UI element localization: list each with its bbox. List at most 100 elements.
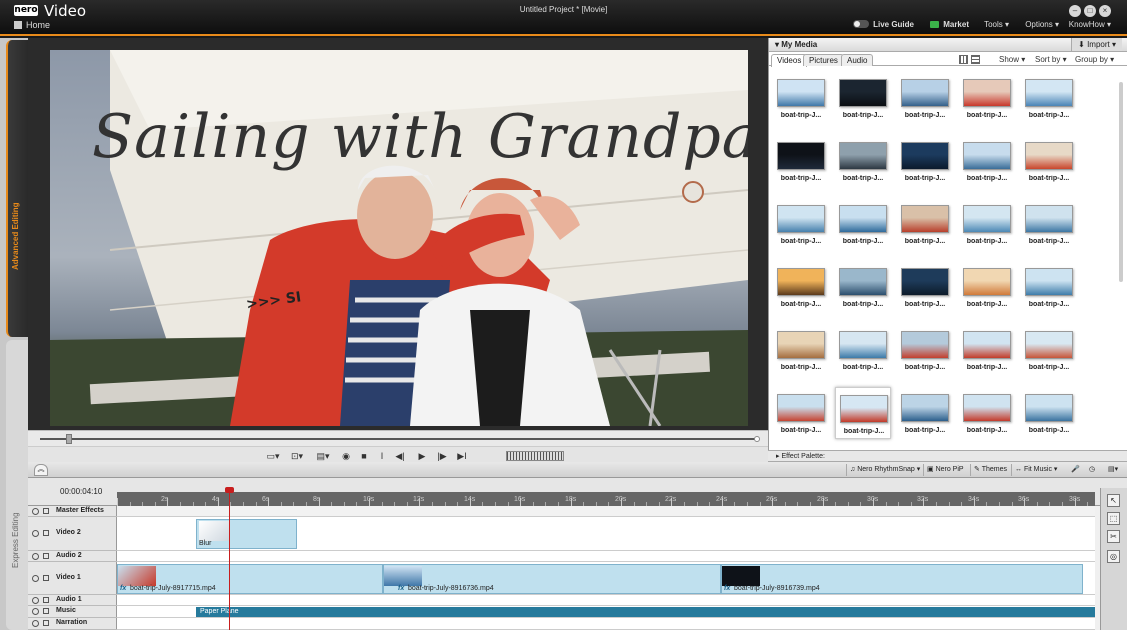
lane-audio-2[interactable] — [117, 551, 1095, 562]
media-thumbnail[interactable]: boat-trip-J... — [897, 324, 953, 376]
visibility-icon[interactable] — [32, 530, 39, 537]
scrubber-thumb[interactable] — [66, 434, 72, 444]
split-icon[interactable]: I — [376, 450, 388, 462]
market-button[interactable]: Market — [930, 20, 969, 29]
media-thumbnail[interactable]: boat-trip-J... — [1021, 72, 1077, 124]
rhythmsnap-button[interactable]: ♫ Nero RhythmSnap ▾ — [850, 465, 920, 473]
lock-icon[interactable] — [43, 597, 49, 603]
media-thumbnail[interactable]: boat-trip-J... — [835, 324, 891, 376]
media-thumbnail[interactable]: boat-trip-J... — [835, 72, 891, 124]
video-preview[interactable]: Sailing with Grandpa >>> SI — [50, 50, 748, 426]
group-by-dropdown[interactable]: Group by ▾ — [1075, 55, 1114, 64]
speaker-icon[interactable] — [32, 553, 39, 560]
lock-icon[interactable] — [43, 620, 49, 626]
track-video-1[interactable]: Video 1 — [28, 562, 117, 595]
media-thumbnail[interactable]: boat-trip-J... — [835, 261, 891, 313]
snapshot-icon[interactable]: ◉ — [340, 450, 352, 462]
fit-music-button[interactable]: ↔ Fit Music ▾ — [1015, 465, 1057, 473]
lock-icon[interactable] — [43, 553, 49, 559]
media-thumbnail[interactable]: boat-trip-J... — [959, 261, 1015, 313]
themes-button[interactable]: ✎ Themes — [974, 465, 1007, 473]
media-thumbnail[interactable]: boat-trip-J... — [959, 324, 1015, 376]
visibility-icon[interactable] — [32, 508, 39, 515]
tab-advanced-editing[interactable] — [6, 40, 28, 337]
effect-palette-bar[interactable]: ▸ Effect Palette: — [768, 450, 1127, 462]
audio-tool-icon[interactable]: ◎ — [1107, 550, 1120, 563]
media-thumbnail[interactable]: boat-trip-J... — [897, 135, 953, 187]
lane-audio-1[interactable] — [117, 595, 1095, 606]
clock-icon[interactable]: ◷ — [1089, 465, 1095, 473]
lane-video-2[interactable]: Blur — [117, 517, 1095, 551]
title-overlay-text[interactable]: Sailing with Grandpa — [92, 102, 748, 172]
go-end-icon[interactable]: ▶I — [456, 450, 468, 462]
blur-effect-clip[interactable]: Blur — [196, 519, 297, 549]
media-thumbnail[interactable]: boat-trip-J... — [897, 261, 953, 313]
layout-icon[interactable]: ▤▾ — [314, 450, 332, 462]
lock-icon[interactable] — [43, 508, 49, 514]
tab-videos[interactable]: Videos — [771, 54, 808, 67]
maximize-button[interactable]: □ — [1084, 5, 1096, 17]
stop-icon[interactable]: ■ — [358, 450, 370, 462]
track-audio-2[interactable]: Audio 2 — [28, 551, 117, 562]
fit-icon[interactable]: ⊡▾ — [288, 450, 306, 462]
display-mode-icon[interactable]: ▭▾ — [264, 450, 282, 462]
track-audio-1[interactable]: Audio 1 — [28, 595, 117, 606]
media-thumbnail[interactable]: boat-trip-J... — [773, 135, 829, 187]
tab-audio[interactable]: Audio — [841, 54, 874, 66]
track-master-effects[interactable]: Master Effects — [28, 506, 117, 517]
fx-icon[interactable]: fx — [724, 585, 730, 592]
media-thumbnail[interactable]: boat-trip-J... — [1021, 135, 1077, 187]
video-clip-2[interactable]: fx boat-trip-July-8916736.mp4 — [383, 564, 721, 594]
import-button[interactable]: ⬇ Import ▾ — [1071, 38, 1122, 51]
media-thumbnail[interactable]: boat-trip-J... — [1021, 198, 1077, 250]
options-menu[interactable]: Options ▾ — [1025, 20, 1059, 29]
visibility-icon[interactable] — [32, 575, 39, 582]
video-clip-3[interactable]: fx boat-trip-July-8916739.mp4 — [721, 564, 1083, 594]
speaker-icon[interactable] — [32, 597, 39, 604]
media-thumbnail[interactable]: boat-trip-J... — [835, 387, 891, 439]
speaker-icon[interactable] — [32, 620, 39, 627]
media-thumbnail[interactable]: boat-trip-J... — [1021, 261, 1077, 313]
media-thumbnail[interactable]: boat-trip-J... — [773, 324, 829, 376]
pointer-tool-icon[interactable]: ↖ — [1107, 494, 1120, 507]
playhead[interactable] — [229, 488, 230, 630]
tab-pictures[interactable]: Pictures — [803, 54, 844, 66]
pip-button[interactable]: ▣ Nero PiP — [927, 465, 964, 473]
cut-tool-icon[interactable]: ✂ — [1107, 530, 1120, 543]
media-thumbnail[interactable]: boat-trip-J... — [1021, 324, 1077, 376]
step-forward-icon[interactable]: |▶ — [436, 450, 448, 462]
jog-shuttle[interactable] — [506, 451, 564, 461]
more-tools-icon[interactable]: ▤▾ — [1108, 465, 1118, 473]
minimize-button[interactable]: – — [1069, 5, 1081, 17]
track-narration[interactable]: Narration — [28, 618, 117, 630]
media-thumbnail[interactable]: boat-trip-J... — [1021, 387, 1077, 439]
list-view-icon[interactable] — [971, 55, 980, 64]
media-thumbnail[interactable]: boat-trip-J... — [835, 135, 891, 187]
lane-master-effects[interactable] — [117, 506, 1095, 517]
time-ruler[interactable]: 2s 4s 6s 8s 10s 12s 14s 16s 18s 20s 22s 24s 26s 28s 30… — [117, 492, 1095, 506]
select-tool-icon[interactable]: ⬚ — [1107, 512, 1120, 525]
media-thumbnail[interactable]: boat-trip-J... — [959, 387, 1015, 439]
media-thumbnail[interactable]: boat-trip-J... — [959, 135, 1015, 187]
media-thumbnail[interactable]: boat-trip-J... — [897, 198, 953, 250]
track-music[interactable]: Music — [28, 606, 117, 618]
video-clip-1[interactable]: fx boat-trip-July-8917715.mp4 — [117, 564, 383, 594]
lane-narration[interactable] — [117, 618, 1095, 630]
media-thumbnail[interactable]: boat-trip-J... — [959, 72, 1015, 124]
lock-icon[interactable] — [43, 575, 49, 581]
close-button[interactable]: × — [1099, 5, 1111, 17]
media-thumbnail[interactable]: boat-trip-J... — [773, 387, 829, 439]
home-button[interactable]: Home — [14, 20, 50, 30]
media-thumbnail[interactable]: boat-trip-J... — [897, 72, 953, 124]
media-thumbnail[interactable]: boat-trip-J... — [897, 387, 953, 439]
tools-menu[interactable]: Tools ▾ — [984, 20, 1009, 29]
media-thumbnail[interactable]: boat-trip-J... — [959, 198, 1015, 250]
lock-icon[interactable] — [43, 608, 49, 614]
sort-by-dropdown[interactable]: Sort by ▾ — [1035, 55, 1067, 64]
media-thumbnail[interactable]: boat-trip-J... — [835, 198, 891, 250]
tab-express-editing[interactable] — [6, 340, 28, 630]
live-guide-toggle[interactable]: Live Guide — [853, 20, 914, 29]
media-scrollbar[interactable] — [1119, 82, 1123, 282]
track-video-2[interactable]: Video 2 — [28, 517, 117, 551]
show-dropdown[interactable]: Show ▾ — [999, 55, 1025, 64]
